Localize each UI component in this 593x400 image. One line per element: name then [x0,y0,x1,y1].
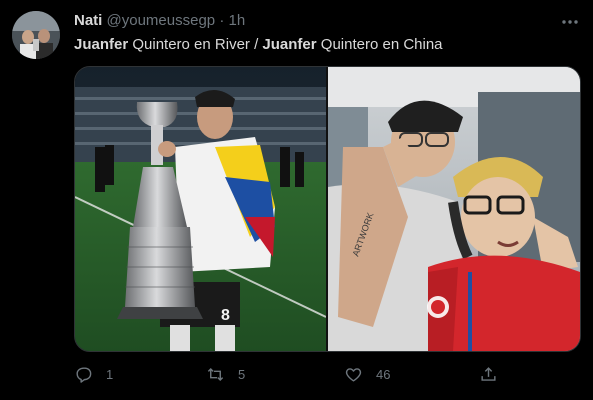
retweet-button[interactable]: 5 [206,362,245,386]
tweet-actions: 1 5 46 [74,362,514,386]
like-button[interactable]: 46 [344,362,390,386]
tweet-text-1: Quintero en River / [128,36,263,53]
more-button[interactable] [560,12,580,32]
photo-river-image [75,67,327,351]
more-icon [562,20,578,24]
separator: · [219,12,225,29]
like-count: 46 [376,366,391,382]
author-name[interactable]: Nati [74,12,102,29]
reply-button[interactable]: 1 [74,362,113,386]
tweet-text-bold-2: Juanfer [262,36,317,53]
share-icon [481,366,496,381]
like-icon [345,367,362,382]
avatar[interactable] [12,11,60,59]
tweet-text-bold-1: Juanfer [74,36,129,53]
author-handle[interactable]: @youmeussegp [107,12,216,29]
retweet-icon [207,367,224,381]
avatar-image [12,11,60,59]
retweet-count: 5 [238,366,246,382]
tweet[interactable]: Nati @youmeussegp · 1h Juanfer Quintero … [0,0,593,400]
timestamp[interactable]: 1h [228,12,245,29]
tweet-text-2: Quintero en China [316,36,443,53]
tweet-text: Juanfer Quintero en River / Juanfer Quin… [74,35,443,55]
photo-china[interactable]: ARTWORK [328,67,580,351]
photo-china-image: ARTWORK [328,67,580,351]
jersey-number: 8 [221,307,230,324]
reply-count: 1 [106,366,114,382]
tweet-header: Nati @youmeussegp · 1h [74,11,245,31]
reply-icon [76,366,92,383]
photo-river[interactable]: 8 [75,67,327,351]
tweet-media: 8 ARTWORK [74,66,581,352]
share-button[interactable] [479,362,498,386]
